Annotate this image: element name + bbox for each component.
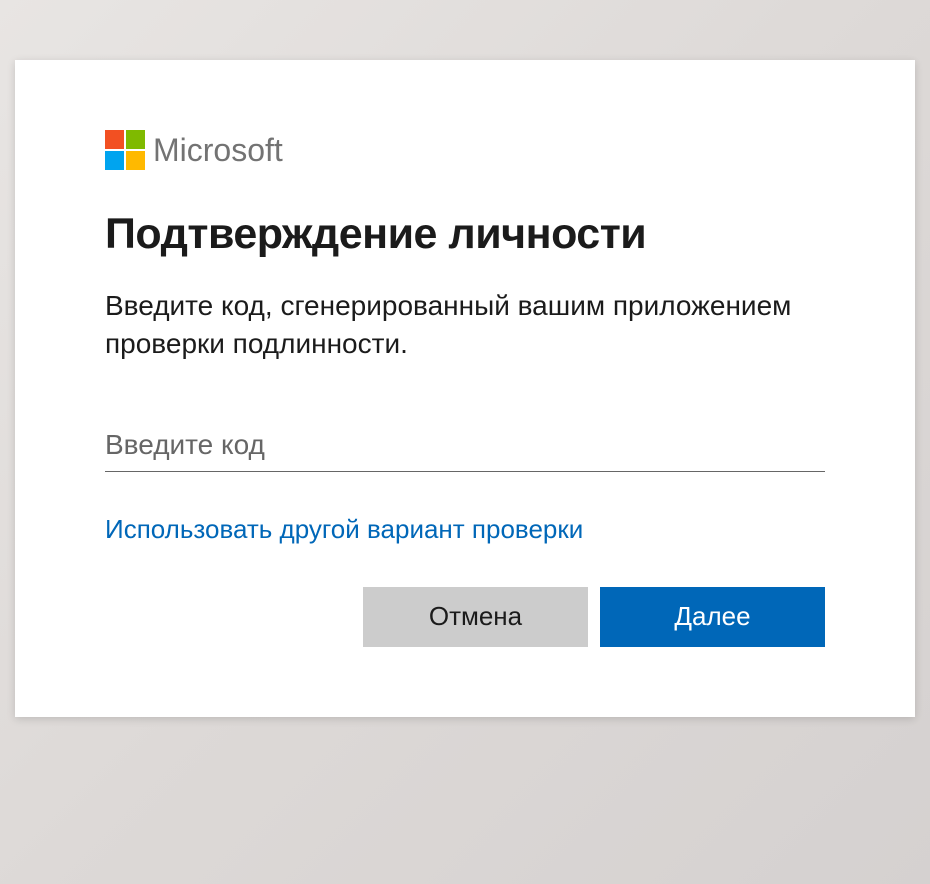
button-row: Отмена Далее (105, 587, 825, 647)
alternative-verification-link[interactable]: Использовать другой вариант проверки (105, 514, 583, 545)
microsoft-logo-icon (105, 130, 145, 170)
code-input[interactable] (105, 423, 825, 472)
dialog-description: Введите код, сгенерированный вашим прило… (105, 287, 825, 363)
cancel-button[interactable]: Отмена (363, 587, 588, 647)
next-button[interactable]: Далее (600, 587, 825, 647)
dialog-title: Подтверждение личности (105, 210, 825, 259)
brand-row: Microsoft (105, 130, 825, 170)
verification-dialog: Microsoft Подтверждение личности Введите… (15, 60, 915, 717)
brand-name: Microsoft (153, 132, 283, 169)
